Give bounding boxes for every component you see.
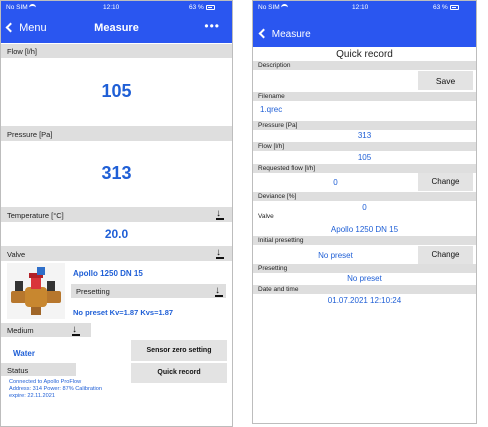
presetting-label: Presetting: [258, 265, 288, 272]
status-line-3: expire: 22.11.2021: [9, 393, 55, 399]
wifi-icon: [29, 4, 37, 11]
deviance-section-header: Deviance [%]: [253, 192, 476, 201]
filename-label: Filename: [258, 93, 285, 100]
download-icon[interactable]: ↓: [214, 286, 224, 297]
status-bar: No SIM 12:10 63 %: [253, 1, 476, 15]
initial-presetting-section-header: Initial presetting: [253, 236, 476, 245]
flow-section-header: Flow [l/h]: [1, 44, 232, 58]
pressure-value: 313: [101, 163, 132, 183]
flow-value: 105: [357, 153, 372, 162]
temperature-section-header: Temperature [°C] ↓: [1, 207, 232, 222]
requested-flow-section-header: Requested flow [l/h]: [253, 164, 476, 173]
valve-illustration: [11, 267, 61, 315]
flow-label: Flow [l/h]: [258, 143, 285, 150]
datetime-value: 01.07.2021 12:10:24: [327, 296, 402, 305]
nav-bar: Menu Measure •••: [1, 15, 232, 43]
description-label: Description: [258, 62, 291, 69]
battery-indicator: 63 %: [189, 4, 215, 11]
download-icon[interactable]: ↓: [71, 325, 81, 336]
temperature-label: Temperature [°C]: [7, 211, 64, 220]
pressure-section-header: Pressure [Pa]: [1, 126, 232, 141]
preset-info: No preset Kv=1.87 Kvs=1.87: [73, 308, 174, 317]
carrier-label: No SIM: [6, 4, 37, 11]
clock: 12:10: [352, 4, 369, 11]
flow-label: Flow [l/h]: [7, 47, 38, 56]
battery-icon: [449, 5, 459, 10]
back-chevron-icon: [258, 28, 269, 39]
pressure-section-header: Pressure [Pa]: [253, 121, 476, 130]
sensor-zero-button[interactable]: Sensor zero setting: [131, 340, 227, 361]
valve-value: Apollo 1250 DN 15: [330, 225, 399, 234]
datetime-label: Date and time: [258, 286, 299, 293]
flow-section-header: Flow [l/h]: [253, 142, 476, 151]
carrier-label: No SIM: [258, 4, 289, 11]
presetting-value: No preset: [347, 274, 382, 283]
status-line-1: Connected to Apollo ProFlow: [9, 379, 82, 385]
filename-input[interactable]: 1.qrec: [260, 105, 282, 114]
battery-icon: [205, 5, 215, 10]
medium-value: Water: [13, 349, 35, 358]
quick-record-screen: No SIM 12:10 63 % Measure Quick record D…: [252, 0, 477, 424]
valve-image: [7, 263, 65, 319]
medium-section-header: Medium ↓: [1, 323, 91, 337]
clock: 12:10: [103, 4, 120, 11]
valve-label: Valve: [258, 213, 274, 220]
battery-indicator: 63 %: [433, 4, 459, 11]
quick-record-button[interactable]: Quick record: [131, 363, 227, 383]
valve-name[interactable]: Apollo 1250 DN 15: [73, 269, 143, 278]
requested-flow-label: Requested flow [l/h]: [258, 165, 316, 172]
status-section-header: Status: [1, 363, 76, 376]
valve-label: Valve: [7, 250, 26, 259]
pressure-value: 313: [357, 131, 372, 140]
back-button[interactable]: Measure: [258, 28, 311, 40]
page-title: Quick record: [336, 49, 393, 60]
presetting-section-header: Presetting: [253, 264, 476, 273]
pressure-label: Pressure [Pa]: [258, 122, 298, 129]
change-initial-presetting-button[interactable]: Change: [418, 246, 473, 264]
connection-status: Connected to Apollo ProFlow Address: 314…: [9, 379, 102, 400]
temperature-value: 20.0: [104, 227, 129, 241]
description-input[interactable]: [257, 71, 415, 90]
download-icon[interactable]: ↓: [215, 248, 225, 259]
initial-presetting-value: No preset: [318, 251, 353, 260]
datetime-section-header: Date and time: [253, 285, 476, 294]
status-line-2: Address: 314 Power: 87% Calibration: [9, 386, 102, 392]
flow-value: 105: [101, 81, 132, 101]
medium-label: Medium: [7, 326, 34, 335]
requested-flow-value: 0: [333, 178, 338, 187]
save-button[interactable]: Save: [418, 71, 473, 90]
description-section-header: Description: [253, 61, 476, 70]
change-requested-flow-button[interactable]: Change: [418, 173, 473, 191]
presetting-header[interactable]: Presetting ↓: [71, 284, 226, 298]
download-icon[interactable]: ↓: [215, 209, 225, 220]
valve-section-header: Valve ↓: [1, 246, 232, 261]
wifi-icon: [281, 4, 289, 11]
back-button-label: Measure: [271, 29, 311, 40]
page-title: Measure: [94, 22, 139, 34]
filename-section-header: Filename: [253, 92, 476, 101]
more-icon[interactable]: •••: [204, 19, 220, 33]
status-label: Status: [7, 366, 29, 375]
measure-screen: No SIM 12:10 63 % Menu Measure ••• Flow …: [0, 0, 233, 427]
pressure-label: Pressure [Pa]: [7, 130, 53, 139]
nav-bar: Measure: [253, 25, 476, 47]
deviance-label: Deviance [%]: [258, 193, 297, 200]
status-bar: No SIM 12:10 63 %: [1, 1, 232, 15]
deviance-value: 0: [362, 203, 367, 212]
presetting-label: Presetting: [76, 287, 110, 296]
initial-presetting-label: Initial presetting: [258, 237, 304, 244]
